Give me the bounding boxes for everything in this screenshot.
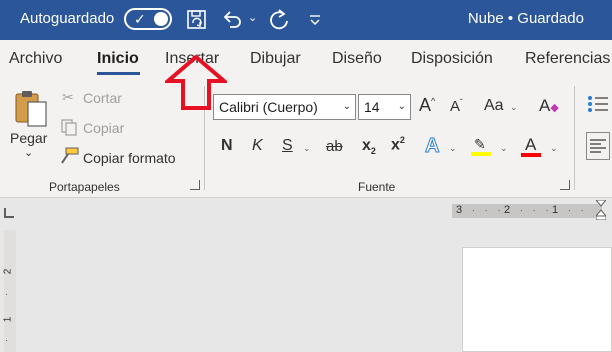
font-launcher-icon[interactable]	[560, 180, 570, 190]
autosave-label: Autoguardado	[20, 10, 115, 27]
tab-disposicion[interactable]: Disposición	[411, 50, 493, 68]
chevron-down-icon[interactable]: ⌄	[303, 143, 311, 154]
subscript-button[interactable]: x2	[362, 137, 376, 156]
redo-icon[interactable]	[268, 7, 290, 33]
font-size-value: 14	[364, 99, 380, 115]
ruler-ticks: · · ·	[472, 206, 505, 215]
align-left-icon	[590, 139, 606, 153]
chevron-down-icon[interactable]: ⌄	[500, 143, 508, 154]
customize-qat-icon[interactable]	[308, 7, 322, 33]
tab-archivo[interactable]: Archivo	[9, 50, 62, 68]
ruler-ticks: ·	[1, 293, 11, 296]
cut-button[interactable]: Cortar	[83, 90, 122, 106]
document-page[interactable]	[462, 247, 612, 352]
ruler-label: 1	[2, 316, 14, 323]
ruler-ticks: ·	[1, 339, 11, 342]
font-name-value: Calibri (Cuerpo)	[219, 99, 318, 115]
autosave-toggle[interactable]: ✓	[124, 8, 172, 30]
format-painter-button[interactable]: Copiar formato	[83, 150, 176, 166]
ruler-label: 1	[552, 204, 559, 216]
cut-icon: ✂	[62, 89, 74, 105]
horizontal-ruler[interactable]: 3 · · · 2 · · · 1 · ·	[452, 204, 602, 218]
tab-inicio[interactable]: Inicio	[97, 50, 139, 68]
save-status: Nube • Guardado	[467, 10, 584, 27]
chevron-down-icon: ⌄	[342, 101, 351, 112]
copy-button[interactable]: Copiar	[83, 120, 124, 136]
check-icon: ✓	[134, 11, 146, 27]
clipboard-group-label: Portapapeles	[49, 180, 120, 194]
paste-icon[interactable]	[12, 88, 52, 130]
save-icon[interactable]	[186, 7, 208, 33]
annotation-arrow-icon	[165, 55, 227, 110]
bullets-icon[interactable]	[586, 94, 608, 114]
subscript-label: x	[362, 137, 371, 154]
chevron-down-icon: ⌄	[397, 101, 406, 112]
group-separator	[574, 86, 575, 190]
superscript-label: x	[391, 136, 400, 154]
title-bar: Autoguardado ✓ ⌄ Nube • Guardado	[0, 0, 612, 40]
tab-referencias[interactable]: Referencias	[525, 50, 610, 68]
toggle-knob	[154, 12, 168, 26]
clipboard-launcher-icon[interactable]	[190, 180, 200, 190]
clear-formatting-icon[interactable]: A◆	[539, 96, 559, 116]
undo-dropdown-icon[interactable]: ⌄	[248, 11, 257, 37]
ruler-ticks: · ·	[568, 206, 588, 215]
align-left-button[interactable]	[586, 132, 610, 160]
paste-dropdown-icon[interactable]: ⌄	[24, 146, 33, 159]
font-color-icon[interactable]: A	[520, 135, 542, 157]
highlight-icon[interactable]: ✎	[470, 136, 492, 156]
shrink-font-icon[interactable]: Aˇ	[450, 98, 463, 115]
ruler-label: 2	[504, 204, 511, 216]
ribbon: Pegar ⌄ ✂ Cortar Copiar Copiar formato P…	[0, 80, 612, 198]
ruler-row: 3 · · · 2 · · · 1 · ·	[0, 198, 612, 224]
copy-icon	[61, 119, 77, 136]
chevron-down-icon[interactable]: ⌄	[550, 143, 558, 154]
paste-label[interactable]: Pegar	[10, 130, 47, 146]
ruler-ticks: · · ·	[520, 206, 553, 215]
bold-button[interactable]: N	[221, 137, 233, 155]
tab-selector-icon[interactable]	[4, 208, 14, 218]
chevron-down-icon[interactable]: ⌄	[449, 143, 457, 154]
underline-button[interactable]: S	[282, 137, 293, 155]
superscript-button[interactable]: x2	[391, 135, 405, 154]
font-size-combobox[interactable]: 14 ⌄	[358, 94, 411, 120]
strikethrough-button[interactable]: ab	[326, 138, 343, 155]
ruler-label: 2	[2, 268, 14, 275]
font-name-combobox[interactable]: Calibri (Cuerpo) ⌄	[213, 94, 356, 120]
change-case-button[interactable]: Aa	[484, 97, 504, 115]
active-tab-indicator	[97, 72, 140, 75]
text-effects-icon[interactable]: A	[424, 135, 439, 158]
font-group-label: Fuente	[358, 180, 396, 194]
chevron-down-icon[interactable]: ⌄	[510, 102, 518, 113]
tab-dibujar[interactable]: Dibujar	[250, 50, 301, 68]
italic-button[interactable]: K	[252, 137, 263, 155]
vertical-ruler[interactable]: 2 · 1 ·	[1, 230, 16, 352]
ruler-label: 3	[456, 204, 463, 216]
indent-marker-icon[interactable]	[596, 200, 606, 220]
ribbon-tabs: Archivo Inicio Insertar Dibujar Diseño D…	[0, 40, 612, 80]
undo-icon[interactable]	[221, 7, 243, 33]
tab-diseno[interactable]: Diseño	[332, 50, 382, 68]
format-painter-icon	[61, 147, 79, 164]
grow-font-icon[interactable]: A^	[419, 95, 435, 116]
